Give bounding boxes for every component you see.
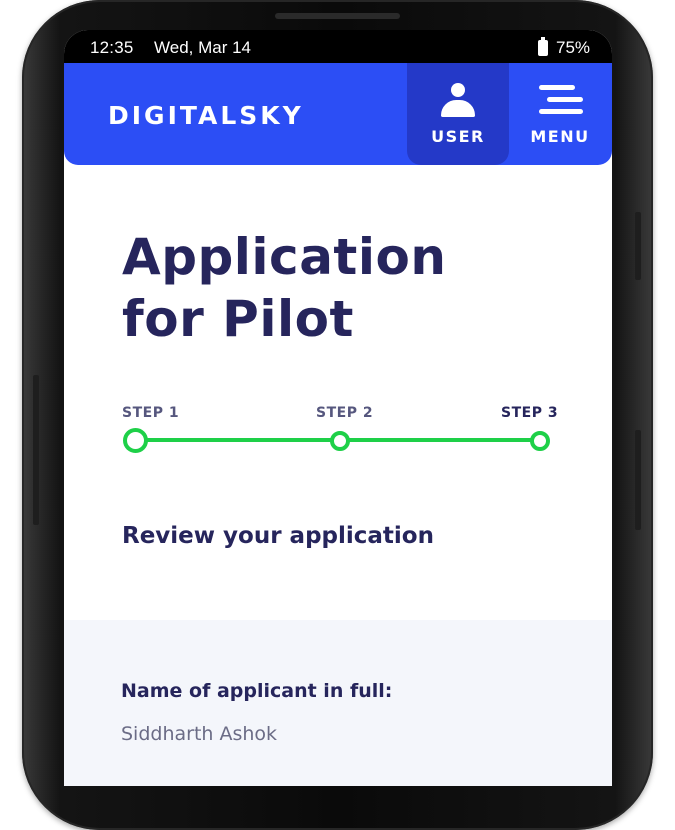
earpiece-speaker xyxy=(275,13,400,19)
user-button[interactable]: USER xyxy=(407,63,509,165)
battery-level: 75% xyxy=(556,38,591,57)
step-3-label: STEP 3 xyxy=(501,405,559,421)
status-time: 12:35 xyxy=(90,38,134,57)
volume-button xyxy=(33,375,39,525)
step-3-marker[interactable] xyxy=(530,431,550,451)
power-button xyxy=(635,212,641,280)
section-title: Review your application xyxy=(122,523,434,549)
step-1-label: STEP 1 xyxy=(122,405,180,421)
review-panel: Name of applicant in full: Siddharth Ash… xyxy=(64,620,612,786)
digitalsky-logo[interactable]: DIGITALSKY xyxy=(108,101,304,130)
step-1-marker[interactable] xyxy=(123,428,148,453)
menu-button[interactable]: MENU xyxy=(509,63,611,165)
battery-icon xyxy=(538,37,548,56)
step-2-marker[interactable] xyxy=(330,431,350,451)
status-bar: 12:35 Wed, Mar 14 75% xyxy=(64,30,612,63)
menu-button-label: MENU xyxy=(530,127,590,146)
page-title-line-2: for Pilot xyxy=(122,290,354,348)
applicant-name-value: Siddharth Ashok xyxy=(121,723,278,745)
app-header: DIGITALSKY USER MENU xyxy=(64,63,612,165)
step-2-label: STEP 2 xyxy=(316,405,374,421)
page-title: Application for Pilot xyxy=(122,226,562,350)
status-date: Wed, Mar 14 xyxy=(154,38,252,57)
user-icon xyxy=(441,83,475,119)
page-title-line-1: Application xyxy=(122,228,447,286)
phone-screen: 12:35 Wed, Mar 14 75% DIGITALSKY USER ME… xyxy=(64,30,612,786)
side-button xyxy=(635,430,641,530)
user-button-label: USER xyxy=(431,127,485,146)
applicant-name-label: Name of applicant in full: xyxy=(121,680,393,702)
menu-icon xyxy=(539,85,583,115)
